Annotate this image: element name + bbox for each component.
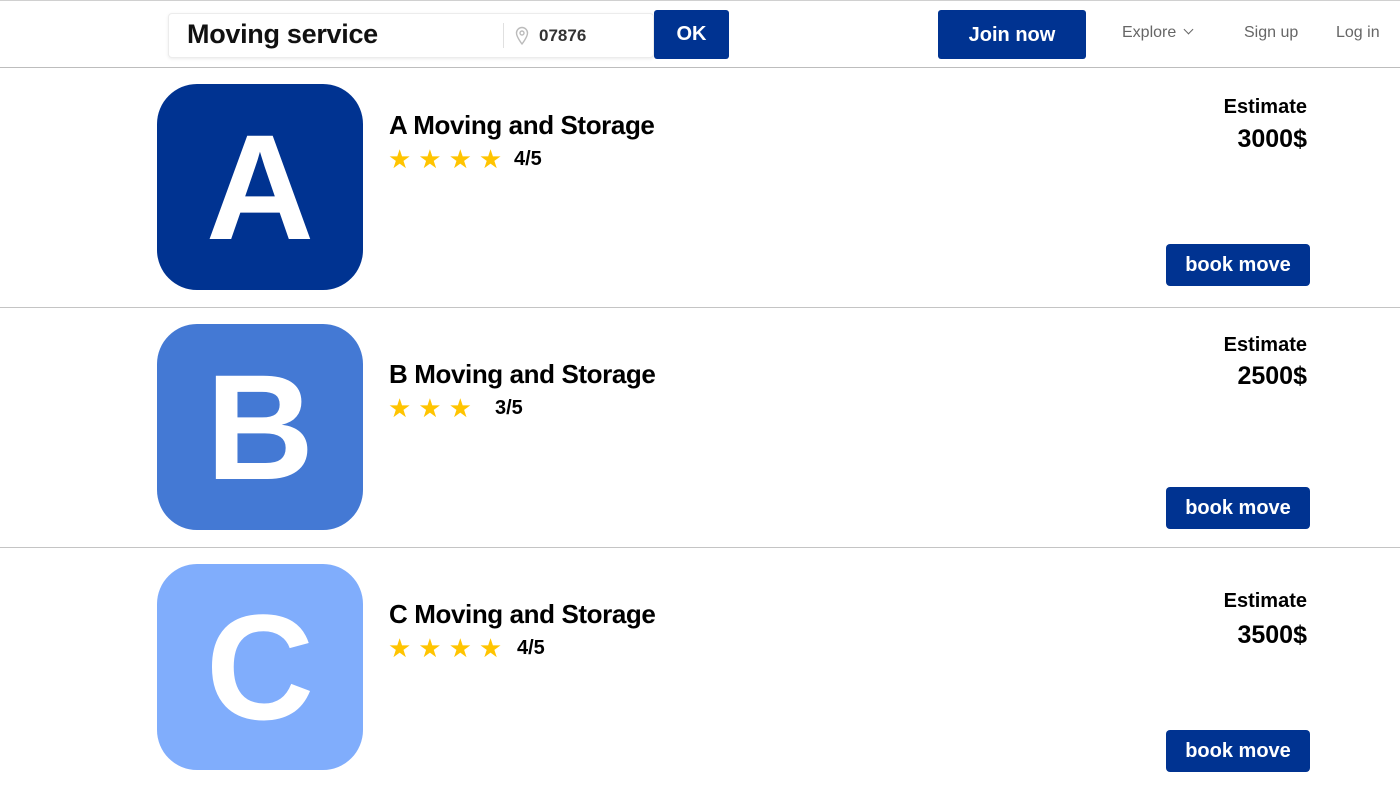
- estimate-value: 2500$: [1237, 362, 1307, 390]
- company-logo: C: [157, 564, 363, 770]
- estimate-label: Estimate: [1223, 96, 1307, 118]
- search-divider: [503, 23, 504, 48]
- book-move-button[interactable]: book move: [1166, 487, 1310, 529]
- listing-item: A A Moving and Storage ★★★★ 4/5 Estimate…: [0, 68, 1400, 308]
- star-rating-icon: ★★★: [388, 393, 479, 423]
- location-pin-icon: [515, 26, 529, 46]
- estimate-label: Estimate: [1223, 334, 1307, 356]
- star-rating-icon: ★★★★: [388, 144, 510, 174]
- book-move-button[interactable]: book move: [1166, 730, 1310, 772]
- company-name[interactable]: C Moving and Storage: [389, 599, 656, 630]
- star-rating-icon: ★★★★: [388, 633, 510, 663]
- estimate-label: Estimate: [1223, 590, 1307, 612]
- rating-value: 3/5: [495, 397, 523, 419]
- estimate-value: 3000$: [1237, 125, 1307, 153]
- company-logo: B: [157, 324, 363, 530]
- rating-value: 4/5: [514, 148, 542, 170]
- join-now-button[interactable]: Join now: [938, 10, 1086, 59]
- top-navigation-bar: Moving service 07876 OK Join now Explore…: [0, 0, 1400, 68]
- company-name[interactable]: B Moving and Storage: [389, 359, 656, 390]
- explore-label: Explore: [1122, 24, 1177, 41]
- chevron-down-icon: [1183, 24, 1194, 35]
- search-box: Moving service 07876: [168, 13, 654, 58]
- listing-item: B B Moving and Storage ★★★ 3/5 Estimate …: [0, 308, 1400, 548]
- rating-value: 4/5: [517, 637, 545, 659]
- estimate-value: 3500$: [1237, 621, 1307, 649]
- log-in-link[interactable]: Log in: [1336, 24, 1380, 42]
- company-logo: A: [157, 84, 363, 290]
- explore-menu[interactable]: Explore: [1122, 24, 1194, 42]
- search-input[interactable]: Moving service: [187, 14, 378, 57]
- zip-code-input[interactable]: 07876: [539, 14, 586, 57]
- listing-item: C C Moving and Storage ★★★★ 4/5 Estimate…: [0, 548, 1400, 788]
- search-submit-button[interactable]: OK: [654, 10, 729, 59]
- sign-up-link[interactable]: Sign up: [1244, 24, 1298, 42]
- company-name[interactable]: A Moving and Storage: [389, 110, 655, 141]
- book-move-button[interactable]: book move: [1166, 244, 1310, 286]
